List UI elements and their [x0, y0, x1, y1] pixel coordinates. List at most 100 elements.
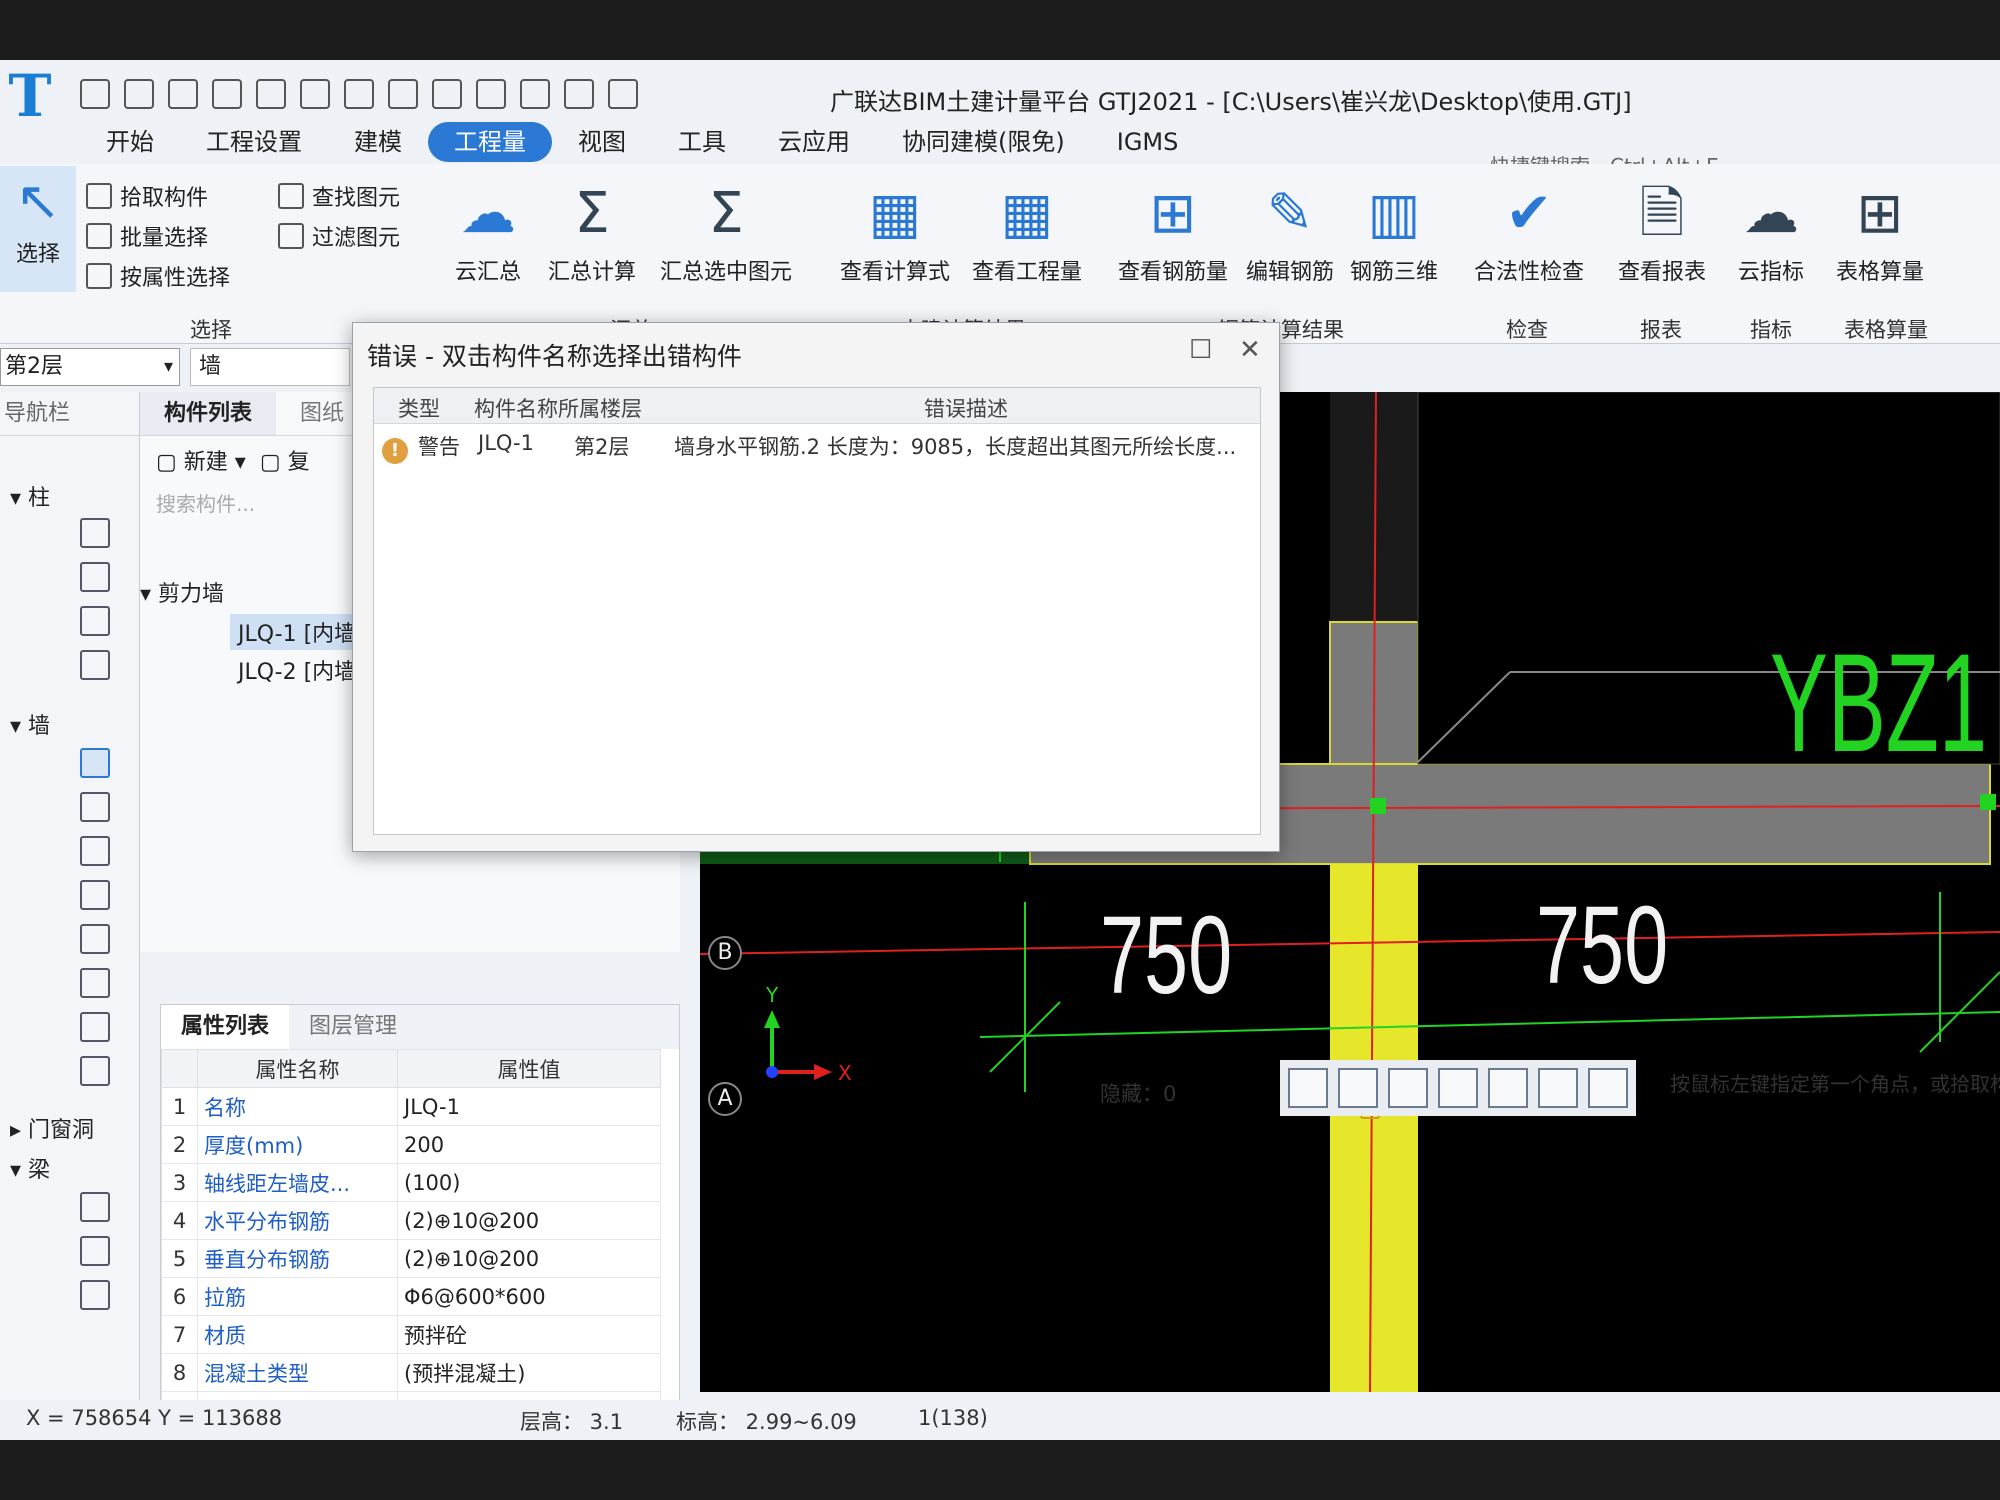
cross-icon[interactable] [1388, 1068, 1428, 1108]
sync-icon[interactable] [608, 79, 638, 109]
tab-properties[interactable]: 属性列表 [161, 1005, 290, 1049]
cloud-sum-button[interactable]: ☁ 云汇总 [455, 174, 521, 286]
property-index: 1 [161, 1087, 198, 1126]
masonry-column-icon[interactable] [80, 650, 110, 680]
copy-component-button[interactable]: ▢ 复 [260, 444, 310, 476]
menu-modeling[interactable]: 建模 [328, 122, 428, 162]
select-button[interactable]: ↖ 选择 [0, 166, 76, 292]
property-row[interactable]: 4 水平分布钢筋 (2)⊕10@200 [161, 1201, 661, 1240]
select-by-attr-button[interactable]: 按属性选择 [86, 260, 230, 292]
report-icon[interactable] [388, 79, 418, 109]
property-row[interactable]: 2 厚度(mm) 200 [161, 1125, 661, 1164]
close-icon[interactable]: ✕ [1239, 335, 1261, 365]
tab-layers[interactable]: 图层管理 [289, 1005, 417, 1049]
property-value[interactable]: 200 [397, 1125, 661, 1164]
error-row[interactable]: ! 警告 JLQ-1 第2层 墙身水平钢筋.2 长度为：9085，长度超出其图元… [374, 424, 1260, 464]
filter-element-button[interactable]: 过滤图元 [278, 220, 400, 252]
shear-wall-icon[interactable] [80, 748, 110, 778]
parapet-icon[interactable] [80, 968, 110, 998]
rebar-3d-icon[interactable] [564, 79, 594, 109]
property-value[interactable]: Φ6@600*600 [397, 1277, 661, 1316]
upload-icon[interactable] [80, 79, 110, 109]
menu-tools[interactable]: 工具 [652, 122, 752, 162]
rebar-view-icon[interactable] [476, 79, 506, 109]
save-icon[interactable] [212, 79, 242, 109]
menu-view[interactable]: 视图 [552, 122, 652, 162]
beam-icon[interactable] [80, 1192, 110, 1222]
legal-check-button[interactable]: ✔ 合法性检查 [1474, 174, 1584, 286]
nav-cat-wall[interactable]: ▾ 墙 [10, 708, 50, 740]
column-icon[interactable] [80, 518, 110, 548]
sum-calc-button[interactable]: Σ 汇总计算 [548, 174, 636, 286]
menu-igms[interactable]: IGMS [1091, 122, 1205, 162]
property-name: 厚度(mm) [197, 1125, 398, 1164]
nav-cat-beam[interactable]: ▾ 梁 [10, 1152, 50, 1184]
property-value[interactable]: (100) [397, 1163, 661, 1202]
wall-opening-icon[interactable] [80, 1012, 110, 1042]
dynamic-input-icon[interactable] [1538, 1068, 1578, 1108]
view-report-button[interactable]: 🗎 查看报表 [1618, 174, 1706, 286]
ortho-icon[interactable] [1288, 1068, 1328, 1108]
nav-cat-door[interactable]: ▸ 门窗洞 [10, 1112, 94, 1144]
open-folder-icon[interactable] [168, 79, 198, 109]
menu-project-settings[interactable]: 工程设置 [180, 122, 328, 162]
menu-start[interactable]: 开始 [80, 122, 180, 162]
pick-component-button[interactable]: 拾取构件 [86, 180, 208, 212]
grip-end[interactable] [1980, 794, 1996, 810]
wall-window-icon[interactable] [80, 1056, 110, 1086]
cloud-index-button[interactable]: ☁ 云指标 [1738, 174, 1804, 286]
property-row[interactable]: 5 垂直分布钢筋 (2)⊕10@200 [161, 1239, 661, 1278]
ring-beam-icon[interactable] [80, 1236, 110, 1266]
tree-group-shear-wall[interactable]: ▾ 剪力墙 [140, 576, 224, 608]
component-type-dropdown[interactable]: 墙 [190, 348, 350, 386]
property-row[interactable]: 6 拉筋 Φ6@600*600 [161, 1277, 661, 1316]
arc-icon[interactable] [1588, 1068, 1628, 1108]
curtain-wall-icon[interactable] [80, 880, 110, 910]
sum-icon[interactable] [344, 79, 374, 109]
property-value[interactable]: (2)⊕10@200 [397, 1239, 661, 1278]
edit-icon[interactable] [520, 79, 550, 109]
snap-point-icon[interactable] [1488, 1068, 1528, 1108]
brick-wall-icon[interactable] [80, 836, 110, 866]
maximize-icon[interactable]: ☐ [1189, 335, 1212, 365]
edit-rebar-button[interactable]: ✎ 编辑钢筋 [1246, 174, 1334, 286]
menu-cloud[interactable]: 云应用 [752, 122, 876, 162]
property-value[interactable]: JLQ-1 [397, 1087, 661, 1126]
masonry-wall-icon[interactable] [80, 792, 110, 822]
tree-item-jlq2[interactable]: JLQ-2 [内墙 [238, 654, 356, 686]
tree-item-jlq1[interactable]: JLQ-1 [内墙 [230, 614, 365, 650]
view-quantity-button[interactable]: ▦ 查看工程量 [972, 174, 1082, 286]
lintel-icon[interactable] [80, 1280, 110, 1310]
column-cap-icon[interactable] [80, 562, 110, 592]
property-value[interactable]: (2)⊕10@200 [397, 1201, 661, 1240]
sum-selected-button[interactable]: Σ 汇总选中图元 [660, 174, 792, 286]
nav-cat-column[interactable]: ▾ 柱 [10, 480, 50, 512]
floor-dropdown[interactable]: 第2层 [0, 348, 180, 386]
new-file-icon[interactable] [124, 79, 154, 109]
constructional-column-icon[interactable] [80, 606, 110, 636]
batch-select-button[interactable]: 批量选择 [86, 220, 208, 252]
rebar-3d-button[interactable]: ▥ 钢筋三维 [1350, 174, 1438, 286]
undo-icon[interactable] [256, 79, 286, 109]
menu-quantity[interactable]: 工程量 [428, 122, 552, 162]
wall-rebar-icon[interactable] [80, 924, 110, 954]
tab-component-list[interactable]: 构件列表 [140, 392, 277, 435]
property-row[interactable]: 3 轴线距左墙皮... (100) [161, 1163, 661, 1202]
grid-icon[interactable] [432, 79, 462, 109]
app-logo[interactable]: T [0, 66, 60, 126]
find-element-button[interactable]: 查找图元 [278, 180, 400, 212]
property-row[interactable]: 1 名称 JLQ-1 [161, 1087, 661, 1126]
property-value[interactable]: 预拌砼 [397, 1315, 661, 1354]
menu-collab[interactable]: 协同建模(限免) [876, 122, 1091, 162]
view-formula-button[interactable]: ▦ 查看计算式 [840, 174, 950, 286]
property-row[interactable]: 8 混凝土类型 (预拌混凝土) [161, 1353, 661, 1392]
view-rebar-button[interactable]: ⊞ 查看钢筋量 [1118, 174, 1228, 286]
angle-icon[interactable] [1438, 1068, 1478, 1108]
new-component-button[interactable]: ▢ 新建 ▾ [156, 444, 246, 476]
property-row[interactable]: 7 材质 预拌砼 [161, 1315, 661, 1354]
grip-mid[interactable] [1370, 798, 1386, 814]
table-calc-button[interactable]: ⊞ 表格算量 [1836, 174, 1924, 286]
select-box-icon[interactable] [1338, 1068, 1378, 1108]
redo-icon[interactable] [300, 79, 330, 109]
property-value[interactable]: (预拌混凝土) [397, 1353, 661, 1392]
